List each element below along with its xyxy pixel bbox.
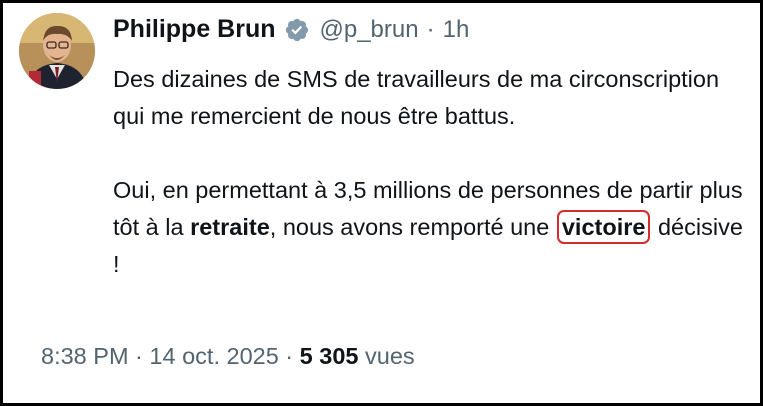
views-label: vues xyxy=(358,343,415,369)
tweet-text: Des dizaines de SMS de travailleurs de m… xyxy=(113,61,753,283)
paragraph-2-text-b: , nous avons remporté une xyxy=(269,214,556,240)
paragraph-1: Des dizaines de SMS de travailleurs de m… xyxy=(113,66,720,129)
header-separator: · xyxy=(426,15,435,43)
circled-word-victoire: victoire xyxy=(556,210,651,244)
tweet-metadata: 8:38 PM · 14 oct. 2025 · 5 305 vues xyxy=(41,343,415,370)
post-date[interactable]: 14 oct. 2025 xyxy=(149,343,278,369)
avatar-photo xyxy=(19,13,95,89)
bold-word-retraite: retraite xyxy=(190,214,270,240)
meta-dot-1: · xyxy=(128,343,150,369)
avatar[interactable] xyxy=(19,13,95,89)
views-count[interactable]: 5 305 xyxy=(300,343,359,369)
verified-badge-icon xyxy=(284,17,310,43)
author-name[interactable]: Philippe Brun xyxy=(113,15,276,44)
author-handle[interactable]: @p_brun xyxy=(320,16,419,44)
paragraph-2: Oui, en permettant à 3,5 millions de per… xyxy=(113,172,753,283)
post-time[interactable]: 8:38 PM xyxy=(41,343,129,369)
tweet-card: Philippe Brun @p_brun · 1h Des dizaines … xyxy=(0,0,763,406)
relative-time[interactable]: 1h xyxy=(443,16,470,44)
tweet-header: Philippe Brun @p_brun · 1h xyxy=(113,15,469,44)
meta-dot-2: · xyxy=(278,343,300,369)
